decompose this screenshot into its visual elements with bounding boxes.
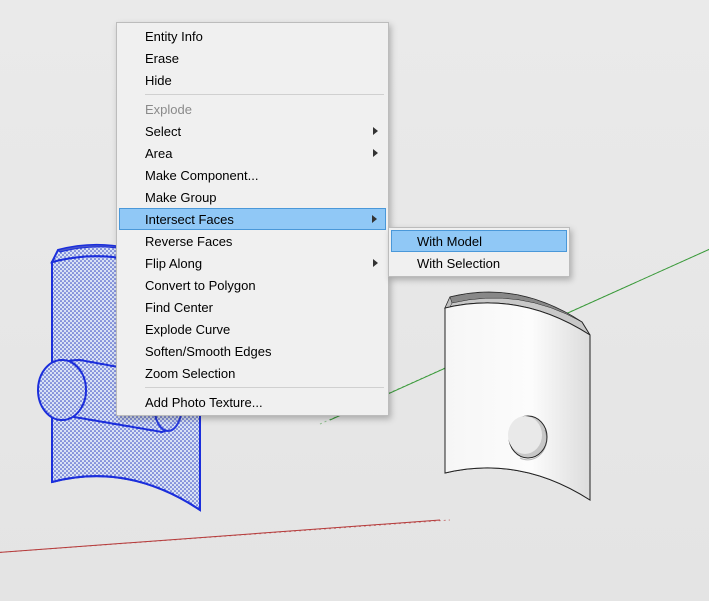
menu-item-select[interactable]: Select (119, 120, 386, 142)
menu-item-explode: Explode (119, 98, 386, 120)
menu-item-zoom-selection[interactable]: Zoom Selection (119, 362, 386, 384)
menu-label: Add Photo Texture... (145, 395, 263, 410)
menu-label: Hide (145, 73, 172, 88)
menu-label: Flip Along (145, 256, 202, 271)
menu-label: Soften/Smooth Edges (145, 344, 271, 359)
menu-label: Reverse Faces (145, 234, 232, 249)
menu-item-entity-info[interactable]: Entity Info (119, 25, 386, 47)
menu-item-reverse-faces[interactable]: Reverse Faces (119, 230, 386, 252)
submenu-arrow-icon (373, 149, 378, 157)
submenu-arrow-icon (373, 259, 378, 267)
menu-label: Make Component... (145, 168, 258, 183)
submenu-arrow-icon (373, 127, 378, 135)
menu-label: Intersect Faces (145, 212, 234, 227)
menu-item-flip-along[interactable]: Flip Along (119, 252, 386, 274)
menu-label: Explode (145, 102, 192, 117)
menu-label: Make Group (145, 190, 217, 205)
menu-label: Area (145, 146, 172, 161)
menu-item-hide[interactable]: Hide (119, 69, 386, 91)
menu-separator (145, 94, 384, 95)
context-submenu-intersect-faces[interactable]: With Model With Selection (388, 227, 570, 277)
menu-item-soften-smooth-edges[interactable]: Soften/Smooth Edges (119, 340, 386, 362)
menu-item-area[interactable]: Area (119, 142, 386, 164)
menu-item-make-component[interactable]: Make Component... (119, 164, 386, 186)
context-menu[interactable]: Entity Info Erase Hide Explode Select Ar… (116, 22, 389, 416)
menu-separator (145, 387, 384, 388)
menu-item-explode-curve[interactable]: Explode Curve (119, 318, 386, 340)
submenu-item-with-selection[interactable]: With Selection (391, 252, 567, 274)
menu-label: Select (145, 124, 181, 139)
menu-item-add-photo-texture[interactable]: Add Photo Texture... (119, 391, 386, 413)
model-right-shape (445, 292, 590, 500)
menu-item-find-center[interactable]: Find Center (119, 296, 386, 318)
axis-red-dash (0, 520, 450, 556)
menu-label: Explode Curve (145, 322, 230, 337)
menu-label: Erase (145, 51, 179, 66)
menu-label: With Model (417, 234, 482, 249)
submenu-item-with-model[interactable]: With Model (391, 230, 567, 252)
menu-label: Convert to Polygon (145, 278, 256, 293)
menu-label: Entity Info (145, 29, 203, 44)
menu-item-convert-to-polygon[interactable]: Convert to Polygon (119, 274, 386, 296)
menu-label: Zoom Selection (145, 366, 235, 381)
menu-label: Find Center (145, 300, 213, 315)
menu-item-intersect-faces[interactable]: Intersect Faces (119, 208, 386, 230)
viewport-3d[interactable]: Entity Info Erase Hide Explode Select Ar… (0, 0, 709, 601)
menu-label: With Selection (417, 256, 500, 271)
menu-item-make-group[interactable]: Make Group (119, 186, 386, 208)
submenu-arrow-icon (372, 215, 377, 223)
menu-item-erase[interactable]: Erase (119, 47, 386, 69)
